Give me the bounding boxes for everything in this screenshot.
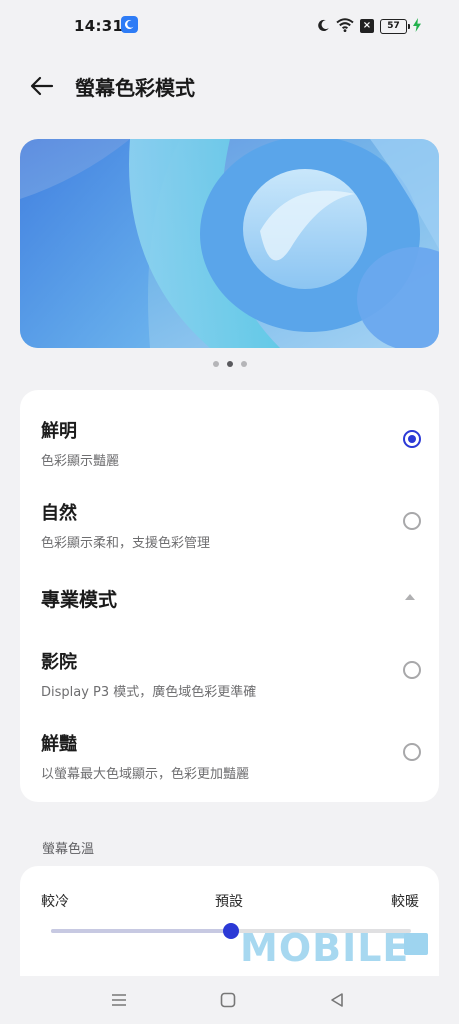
radio-unselected[interactable] — [403, 743, 421, 761]
chevron-up-icon — [405, 594, 415, 600]
mode-option-brilliant[interactable]: 鮮豔 以螢幕最大色域顯示，色彩更加豔麗 — [41, 730, 421, 782]
color-mode-card: 鮮明 色彩顯示豔麗 自然 色彩顯示柔和，支援色彩管理 專業模式 影院 Displ… — [20, 390, 439, 802]
home-button[interactable] — [214, 986, 242, 1014]
temp-slider-fill — [51, 929, 231, 933]
moon-icon — [317, 17, 330, 36]
page-dot[interactable] — [212, 361, 219, 367]
temp-slider-thumb[interactable] — [223, 923, 239, 939]
home-square-icon — [220, 992, 236, 1008]
page-title: 螢幕色彩模式 — [75, 76, 195, 100]
page-dot-active[interactable] — [226, 361, 233, 367]
pro-mode-header[interactable]: 專業模式 — [41, 585, 421, 612]
color-temp-caption: 螢幕色溫 — [42, 842, 95, 857]
mode-option-vivid[interactable]: 鮮明 色彩顯示豔麗 — [41, 417, 421, 469]
moon-badge-icon — [121, 16, 138, 33]
mode-option-cinema[interactable]: 影院 Display P3 模式，廣色域色彩更準確 — [41, 648, 421, 700]
temp-cooler-label: 較冷 — [41, 894, 69, 910]
status-icons: × 57 — [317, 16, 421, 36]
mode-subtitle: 色彩顯示柔和，支援色彩管理 — [41, 536, 211, 551]
mode-subtitle: Display P3 模式，廣色域色彩更準確 — [41, 685, 257, 700]
nav-back-button[interactable] — [323, 986, 351, 1014]
mode-subtitle: 色彩顯示豔麗 — [41, 454, 120, 469]
recents-button[interactable] — [105, 986, 133, 1014]
pro-mode-title: 專業模式 — [41, 589, 118, 611]
mode-title: 鮮明 — [41, 421, 77, 442]
status-bar: 14:31 × 57 — [0, 0, 459, 52]
system-nav-bar — [0, 976, 459, 1024]
preview-page-indicator — [0, 361, 459, 367]
charging-icon — [413, 17, 421, 36]
watermark-text: MOBILE — [240, 926, 410, 970]
mode-subtitle: 以螢幕最大色域顯示，色彩更加豔麗 — [41, 767, 250, 782]
mode-title: 鮮豔 — [41, 734, 77, 755]
temp-default-label: 預設 — [215, 894, 243, 910]
watermark-bubble-icon — [404, 933, 428, 955]
temp-warmer-label: 較暖 — [391, 894, 419, 910]
arrow-left-icon — [30, 76, 54, 96]
menu-icon — [112, 994, 126, 1006]
status-time: 14:31 — [74, 17, 124, 35]
battery-icon: 57 — [380, 18, 410, 34]
no-sim-icon: × — [360, 19, 374, 33]
radio-unselected[interactable] — [403, 661, 421, 679]
back-button[interactable] — [24, 68, 60, 104]
mode-title: 自然 — [41, 503, 77, 524]
radio-selected[interactable] — [403, 430, 421, 448]
radio-unselected[interactable] — [403, 512, 421, 530]
wifi-icon — [336, 17, 354, 36]
mode-option-natural[interactable]: 自然 色彩顯示柔和，支援色彩管理 — [41, 499, 421, 551]
color-preview-image[interactable] — [20, 139, 439, 348]
back-triangle-icon — [331, 993, 343, 1007]
page-dot[interactable] — [240, 361, 247, 367]
mode-title: 影院 — [41, 652, 77, 673]
